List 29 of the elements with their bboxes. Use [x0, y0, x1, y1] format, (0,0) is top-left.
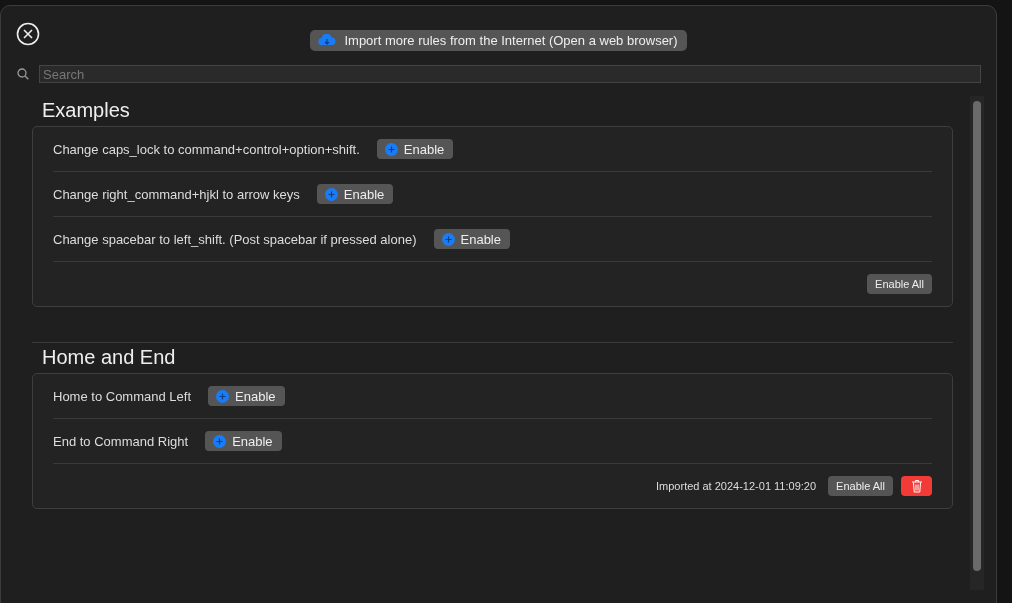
plus-icon	[324, 187, 338, 201]
import-date: Imported at 2024-12-01 11:09:20	[656, 480, 817, 492]
rule-label: Home to Command Left	[53, 388, 191, 404]
enable-button[interactable]: Enable	[433, 229, 510, 249]
plus-icon	[384, 142, 398, 156]
rule-label: End to Command Right	[53, 433, 189, 449]
cloud-download-icon	[318, 33, 337, 47]
section-heading: Examples	[41, 98, 131, 123]
rule-label: Change spacebar to left_shift. (Post spacebar if pressed alone)	[53, 231, 417, 247]
delete-button[interactable]	[901, 476, 932, 496]
enable-all-button[interactable]: Enable All	[828, 476, 893, 496]
enable-all-button[interactable]: Enable All	[867, 274, 932, 294]
close-button[interactable]	[16, 22, 40, 46]
section-heading: Home and End	[41, 345, 177, 370]
plus-icon	[213, 434, 227, 448]
rule-label: Change right_command+hjkl to arrow keys	[53, 186, 300, 202]
rule-label: Change caps_lock to command+control+option+shift.	[53, 141, 360, 157]
scrollbar[interactable]	[970, 96, 984, 590]
enable-button[interactable]: Enable	[205, 431, 282, 451]
enable-button[interactable]: Enable	[316, 184, 394, 204]
search-icon	[17, 68, 29, 80]
plus-icon	[216, 389, 229, 403]
trash-icon	[910, 479, 923, 493]
plus-icon	[441, 232, 455, 246]
import-button[interactable]: Import more rules from the Internet (Open a web browser)	[310, 29, 687, 51]
search-field[interactable]: Search	[39, 65, 981, 83]
enable-button[interactable]: Enable	[376, 139, 454, 159]
scroll-thumb[interactable]	[973, 101, 981, 571]
enable-button[interactable]: Enable	[208, 386, 285, 406]
